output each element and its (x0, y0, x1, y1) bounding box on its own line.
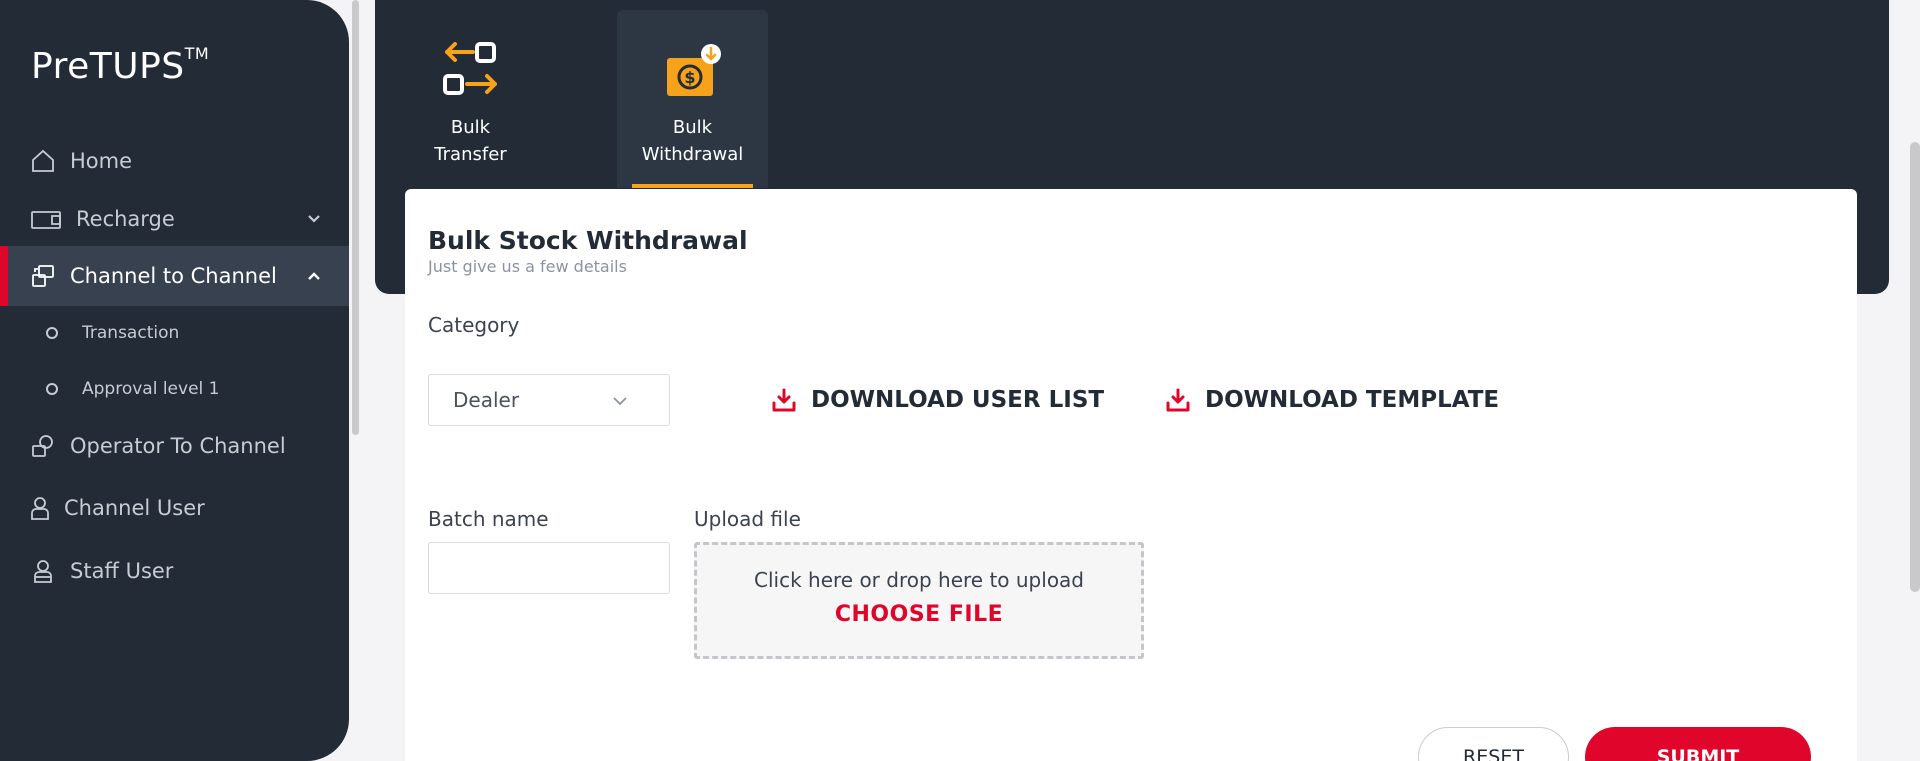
download-icon (771, 387, 797, 413)
sidebar-item-label: Recharge (76, 207, 175, 231)
tile-label-line1: Bulk (672, 117, 713, 138)
sidebar-item-operator-to-channel[interactable]: Operator To Channel (0, 416, 349, 476)
transfer-arrows-icon (439, 40, 503, 104)
chevron-down-icon (611, 391, 629, 409)
category-selected-value: Dealer (453, 388, 520, 412)
file-upload-dropzone[interactable]: Click here or drop here to upload CHOOSE… (694, 542, 1144, 659)
choose-file-button[interactable]: CHOOSE FILE (697, 602, 1141, 627)
page-title: Bulk Stock Withdrawal (428, 226, 748, 255)
sidebar-item-channel-user[interactable]: Channel User (0, 478, 349, 538)
upload-file-label: Upload file (694, 507, 801, 531)
sidebar-item-label: Channel User (64, 496, 205, 520)
tile-label-line2: Withdrawal (641, 144, 744, 165)
tile-bulk-withdrawal[interactable]: $ Bulk Withdrawal (617, 10, 768, 188)
page-scrollbar[interactable] (1910, 142, 1920, 592)
sidebar-item-label: Staff User (70, 559, 174, 583)
sidebar-item-channel-to-channel[interactable]: Channel to Channel (0, 246, 349, 306)
category-label: Category (428, 313, 520, 337)
sidebar-item-label: Home (70, 149, 133, 173)
sidebar-subitem-approval-level-1[interactable]: Approval level 1 (46, 379, 219, 399)
sidebar-item-staff-user[interactable]: Staff User (0, 541, 349, 601)
page-subtitle: Just give us a few details (428, 257, 627, 276)
withdrawal-icon: $ (661, 40, 725, 104)
sidebar-item-recharge[interactable]: Recharge (0, 189, 349, 249)
svg-text:$: $ (684, 68, 695, 87)
user-icon (30, 495, 50, 521)
batch-name-label: Batch name (428, 507, 549, 531)
sidebar-item-label: Operator To Channel (70, 434, 286, 458)
sidebar-subitem-transaction[interactable]: Transaction (46, 323, 179, 343)
channel-transfer-icon (30, 263, 56, 289)
upload-hint: Click here or drop here to upload (754, 568, 1084, 592)
sidebar-item-label: Channel to Channel (70, 264, 277, 288)
tile-label-line1: Bulk (450, 117, 491, 138)
download-icon (1165, 387, 1191, 413)
tile-bulk-transfer[interactable]: Bulk Transfer (395, 10, 546, 188)
wallet-icon (30, 206, 62, 232)
circle-bullet-icon (46, 327, 58, 339)
staff-user-icon (30, 558, 56, 584)
sidebar-scrollbar[interactable] (352, 0, 359, 435)
download-user-list-link[interactable]: DOWNLOAD USER LIST (771, 375, 1104, 425)
sidebar: PreTUPSTM Home Recharge Channel to Chann… (0, 0, 349, 761)
download-template-link[interactable]: DOWNLOAD TEMPLATE (1165, 375, 1499, 425)
sidebar-item-home[interactable]: Home (0, 131, 349, 191)
submit-button[interactable]: SUBMIT (1585, 727, 1811, 761)
operator-channel-icon (30, 433, 56, 459)
batch-name-input[interactable] (428, 542, 670, 594)
chevron-down-icon[interactable] (305, 209, 323, 227)
tile-label-line2: Transfer (434, 144, 507, 165)
reset-button[interactable]: RESET (1418, 727, 1569, 761)
active-tile-indicator (632, 184, 753, 188)
bulk-withdrawal-form-card: Bulk Stock Withdrawal Just give us a few… (405, 189, 1857, 761)
app-logo: PreTUPSTM (31, 44, 210, 87)
chevron-up-icon[interactable] (305, 266, 323, 284)
circle-bullet-icon (46, 383, 58, 395)
home-icon (30, 148, 56, 174)
category-select[interactable]: Dealer (428, 374, 670, 426)
